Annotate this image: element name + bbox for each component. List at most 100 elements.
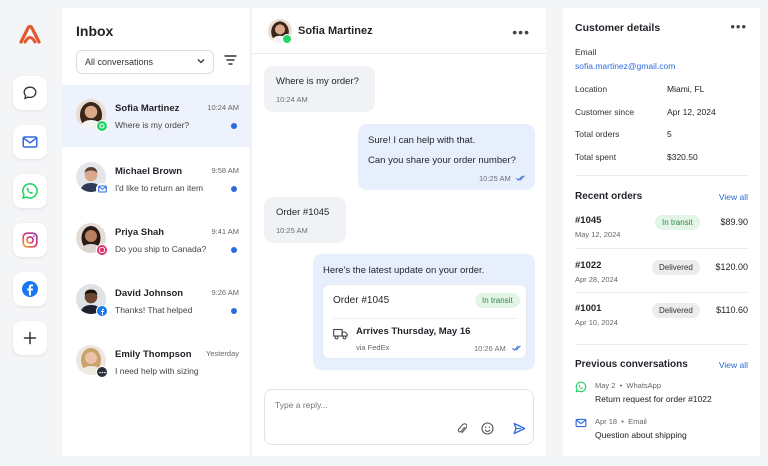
order-eta: Arrives Thursday, May 16	[356, 326, 471, 337]
status-badge: In transit	[475, 293, 520, 308]
customer-since-value: Apr 12, 2024	[667, 107, 716, 117]
app-root: Inbox All conversations Sofia Martinez 1…	[0, 0, 768, 466]
total-orders-label: Total orders	[575, 129, 620, 139]
previous-conversation-channel: WhatsApp	[626, 381, 662, 390]
reply-composer	[264, 389, 534, 445]
conversation-item[interactable]: Michael Brown 9:58 AM I'd like to return…	[62, 148, 251, 210]
conversation-time: 9:41 AM	[211, 227, 239, 236]
divider	[333, 318, 517, 319]
brand-logo-icon[interactable]	[18, 24, 42, 46]
attachment-icon[interactable]	[457, 422, 467, 435]
conversation-name: Sofia Martinez	[115, 103, 180, 114]
conversation-time: Yesterday	[205, 349, 239, 358]
unread-dot	[231, 247, 237, 253]
conversation-name: Emily Thompson	[115, 349, 192, 360]
rail-email-button[interactable]	[13, 125, 47, 159]
message-text: Where is my order?	[276, 76, 359, 87]
rail-facebook-button[interactable]	[13, 272, 47, 306]
read-receipt-icon	[512, 345, 521, 351]
message-time: 10:24 AM	[276, 95, 308, 104]
previous-conversation-meta: May 2 • WhatsApp	[595, 381, 662, 390]
channel-rail	[0, 0, 62, 466]
chat-badge-icon	[96, 366, 108, 378]
email-icon	[575, 418, 587, 428]
unread-dot	[231, 123, 237, 129]
instagram-badge-icon	[96, 244, 108, 256]
email-badge-icon	[96, 183, 108, 195]
unread-dot	[231, 186, 237, 192]
conversation-item[interactable]: Priya Shah 9:41 AM Do you ship to Canada…	[62, 209, 251, 271]
more-options-icon[interactable]: •••	[512, 24, 530, 40]
recent-orders-view-all-link[interactable]: View all	[719, 192, 748, 202]
more-options-icon[interactable]: •••	[730, 19, 747, 34]
divider	[575, 344, 748, 345]
order-amount: $89.90	[720, 217, 748, 227]
previous-conversations-view-all-link[interactable]: View all	[719, 360, 748, 370]
order-amount: $110.60	[716, 305, 748, 315]
order-amount: $120.00	[715, 262, 748, 272]
filter-icon[interactable]	[224, 54, 237, 66]
rail-add-button[interactable]	[13, 321, 47, 355]
conversation-name: David Johnson	[115, 288, 184, 299]
divider	[575, 175, 748, 176]
status-badge: Delivered	[652, 303, 700, 318]
add-icon	[23, 331, 37, 345]
conversation-filter-select[interactable]: All conversations	[76, 50, 214, 74]
filter-select-value: All conversations	[85, 57, 154, 67]
conversation-item[interactable]: Emily Thompson Yesterday I need help wit…	[62, 331, 251, 393]
order-date: Apr 10, 2024	[575, 318, 618, 327]
previous-conversation-text: Return request for order #1022	[595, 394, 712, 404]
rail-chat-button[interactable]	[13, 76, 47, 110]
conversation-item[interactable]: Sofia Martinez 10:24 AM Where is my orde…	[62, 85, 251, 147]
order-id: #1001	[575, 303, 602, 314]
divider	[575, 248, 748, 249]
conversation-name: Michael Brown	[115, 166, 183, 177]
conversation-time: 9:26 AM	[211, 288, 239, 297]
conversation-preview: I'd like to return an item	[115, 183, 204, 193]
recent-orders-title: Recent orders	[575, 191, 643, 202]
total-orders-value: 5	[667, 129, 672, 139]
conversation-time: 10:24 AM	[207, 103, 239, 112]
truck-icon	[333, 328, 348, 340]
conversation-item[interactable]: David Johnson 9:26 AM Thanks! That helpe…	[62, 270, 251, 332]
previous-conversation-date: Apr 18	[595, 417, 618, 426]
email-label: Email	[575, 47, 597, 57]
message-text: Here's the latest update on your order.	[323, 265, 485, 276]
whatsapp-icon	[575, 381, 587, 393]
message-bubble-incoming: Where is my order? 10:24 AM	[264, 66, 375, 112]
rail-whatsapp-button[interactable]	[13, 174, 47, 208]
customer-since-label: Customer since	[575, 107, 635, 117]
reply-input[interactable]	[275, 400, 475, 410]
chat-header: Sofia Martinez •••	[252, 8, 546, 54]
details-title: Customer details	[575, 22, 661, 34]
previous-conversation-meta: Apr 18 • Email	[595, 417, 647, 426]
total-spent-value: $320.50	[667, 152, 698, 162]
order-id: #1045	[575, 215, 602, 226]
inbox-title: Inbox	[76, 23, 114, 39]
chat-panel: Sofia Martinez ••• Where is my order? 10…	[252, 8, 546, 456]
email-icon	[22, 136, 38, 148]
order-date: May 12, 2024	[575, 230, 621, 239]
message-time: 10:26 AM	[474, 344, 506, 353]
conversation-time: 9:58 AM	[211, 166, 239, 175]
message-text: Order #1045	[276, 207, 330, 218]
location-label: Location	[575, 84, 608, 94]
order-status-card[interactable]: Order #1045 In transit Arrives Thursday,…	[322, 284, 527, 359]
previous-conversations-title: Previous conversations	[575, 359, 688, 370]
message-text: Can you share your order number?	[368, 155, 516, 166]
email-value-link[interactable]: sofia.martinez@gmail.com	[575, 61, 675, 71]
conversation-name: Priya Shah	[115, 227, 165, 238]
whatsapp-badge-icon	[282, 34, 292, 44]
rail-instagram-button[interactable]	[13, 223, 47, 257]
previous-conversation-channel: Email	[628, 417, 647, 426]
message-time: 10:25 AM	[479, 174, 511, 183]
facebook-icon	[22, 281, 38, 297]
conversation-preview: Where is my order?	[115, 120, 190, 130]
conversation-preview: Do you ship to Canada?	[115, 244, 207, 254]
whatsapp-icon	[21, 182, 38, 200]
customer-details-panel: Customer details ••• Email sofia.martine…	[563, 8, 760, 456]
send-icon[interactable]	[513, 422, 526, 435]
emoji-icon[interactable]	[481, 422, 494, 435]
order-carrier: via FedEx	[356, 343, 390, 352]
conversation-preview: I need help with sizing	[115, 366, 199, 376]
